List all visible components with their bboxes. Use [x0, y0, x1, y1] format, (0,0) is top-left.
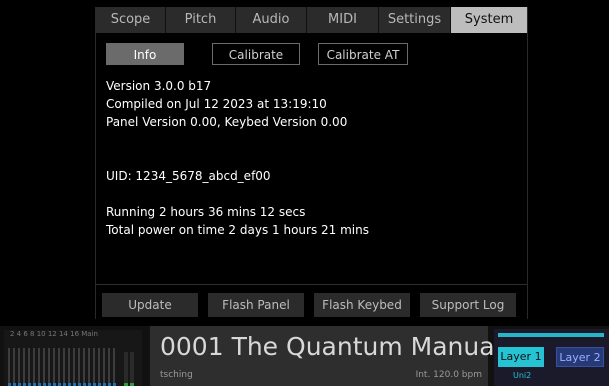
layer-1-button[interactable]: Layer 1 [498, 347, 544, 367]
meter-channel [63, 348, 65, 386]
compiled-text: Compiled on Jul 12 2023 at 13:19:10 [106, 97, 327, 111]
meter-channel [108, 348, 110, 386]
meter-channel [78, 348, 80, 386]
meter-channel [113, 348, 115, 386]
panel-version-text: Panel Version 0.00, Keybed Version 0.00 [106, 115, 348, 129]
divider [96, 284, 527, 285]
meter-channel [38, 348, 40, 386]
meter-channel [68, 348, 70, 386]
flash-keybed-button[interactable]: Flash Keybed [314, 293, 410, 317]
meter-channel [83, 348, 85, 386]
meter-channel [48, 348, 50, 386]
subtab-calibrate-at[interactable]: Calibrate AT [318, 43, 408, 65]
support-log-button[interactable]: Support Log [420, 293, 516, 317]
meter-channel [88, 348, 90, 386]
preset-author: tsching [160, 370, 193, 380]
tab-system[interactable]: System [451, 7, 527, 33]
meter-channel [93, 348, 95, 386]
layer-indicator [498, 333, 604, 337]
version-text: Version 3.0.0 b17 [106, 79, 212, 93]
layer-selector: Layer 1 Layer 2 Uni2 [494, 329, 609, 386]
meter-channel [73, 348, 75, 386]
tempo-display: Int. 120.0 bpm [415, 370, 482, 380]
subtab-info[interactable]: Info [106, 43, 184, 65]
layer-mode-label: Uni2 [513, 371, 532, 380]
status-bar: 2 4 6 8 10 12 14 16 Main 0001 The Quantu… [0, 326, 609, 386]
preset-display[interactable]: 0001 The Quantum Manual tsching Int. 120… [150, 326, 502, 386]
meter-channel [103, 348, 105, 386]
meter-channel [8, 348, 10, 386]
meter-channel [28, 348, 30, 386]
system-panel: Scope Pitch Audio MIDI Settings System I… [95, 7, 528, 319]
update-button[interactable]: Update [102, 293, 198, 317]
meter-channel [33, 348, 35, 386]
meter-grid [4, 344, 142, 386]
tab-settings[interactable]: Settings [379, 7, 451, 33]
running-text: Running 2 hours 36 mins 12 secs [106, 205, 306, 219]
meter-channel [13, 348, 15, 386]
action-bar: Update Flash Panel Flash Keybed Support … [96, 293, 527, 319]
tab-midi[interactable]: MIDI [307, 7, 379, 33]
main-meter [124, 352, 128, 386]
meter-labels: 2 4 6 8 10 12 14 16 Main [10, 330, 98, 338]
total-power-text: Total power on time 2 days 1 hours 21 mi… [106, 223, 369, 237]
main-tabs: Scope Pitch Audio MIDI Settings System [96, 7, 527, 33]
tab-audio[interactable]: Audio [236, 7, 307, 33]
system-info: Version 3.0.0 b17 Compiled on Jul 12 202… [106, 77, 369, 239]
meter-channel [58, 348, 60, 386]
tab-pitch[interactable]: Pitch [166, 7, 236, 33]
flash-panel-button[interactable]: Flash Panel [208, 293, 304, 317]
tab-scope[interactable]: Scope [96, 7, 166, 33]
level-meters: 2 4 6 8 10 12 14 16 Main [4, 330, 142, 386]
meter-channel [53, 348, 55, 386]
uid-text: UID: 1234_5678_abcd_ef00 [106, 169, 271, 183]
subtab-calibrate[interactable]: Calibrate [212, 43, 300, 65]
meter-channel [18, 348, 20, 386]
meter-channel [43, 348, 45, 386]
main-meter [130, 352, 134, 386]
meter-channel [23, 348, 25, 386]
preset-name: 0001 The Quantum Manual [160, 332, 502, 361]
layer-2-button[interactable]: Layer 2 [556, 347, 604, 367]
meter-channel [98, 348, 100, 386]
